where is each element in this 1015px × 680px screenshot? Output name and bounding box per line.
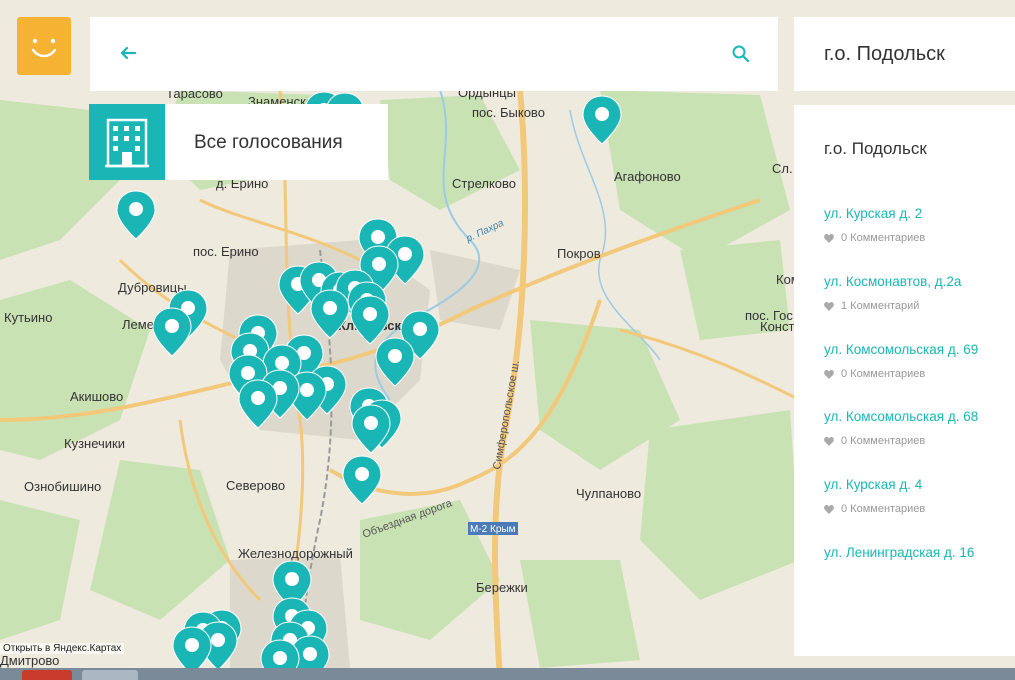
svg-text:Агафоново: Агафоново [614, 169, 681, 184]
svg-text:Акишово: Акишово [70, 389, 123, 404]
search-input[interactable] [160, 37, 714, 73]
svg-text:Покров: Покров [557, 246, 601, 261]
svg-text:пос. Быково: пос. Быково [472, 105, 545, 120]
all-votes-button[interactable]: Все голосования [89, 104, 388, 180]
svg-text:М-2 Крым: М-2 Крым [470, 524, 516, 535]
address-link[interactable]: ул. Комсомольская д. 68 [824, 409, 1014, 424]
heart-icon [824, 504, 834, 514]
svg-text:Ознобишино: Ознобишино [24, 479, 101, 494]
panel-title: г.о. Подольск [824, 139, 927, 158]
app-logo[interactable] [17, 17, 71, 75]
comments-count: 1 Комментарий [824, 300, 1014, 312]
search-icon[interactable] [730, 43, 752, 65]
list-item: ул. Космонавтов, д.2а 1 Комментарий [824, 274, 1014, 312]
address-link[interactable]: ул. Курская д. 2 [824, 206, 1014, 221]
svg-text:Железнодорожный: Железнодорожный [238, 546, 353, 561]
votes-list-panel: г.о. Подольск ул. Курская д. 2 0 Коммент… [794, 105, 1015, 656]
address-link[interactable]: ул. Ленинградская д. 16 [824, 545, 1014, 560]
search-bar [90, 17, 778, 91]
region-header: г.о. Подольск [794, 17, 1015, 91]
yandex-maps-link[interactable]: Открыть в Яндекс.Картах [0, 643, 125, 654]
region-title: г.о. Подольск [824, 43, 945, 65]
comments-count: 0 Комментариев [824, 503, 1014, 515]
address-link[interactable]: ул. Курская д. 4 [824, 477, 1014, 492]
list-item: ул. Курская д. 2 0 Комментариев [824, 206, 1014, 244]
list-item: ул. Курская д. 4 0 Комментариев [824, 477, 1014, 515]
taskbar [0, 668, 1015, 680]
taskbar-app-button[interactable] [22, 670, 72, 680]
heart-icon [824, 369, 834, 379]
svg-text:Чулпаново: Чулпаново [576, 486, 641, 501]
svg-text:Кузнечики: Кузнечики [64, 436, 125, 451]
list-item: ул. Ленинградская д. 16 [824, 545, 1014, 560]
address-link[interactable]: ул. Космонавтов, д.2а [824, 274, 1014, 289]
comments-count: 0 Комментариев [824, 368, 1014, 380]
building-icon [89, 104, 165, 180]
smiley-icon [31, 38, 57, 58]
svg-text:Конст: Конст [760, 319, 794, 334]
back-arrow-icon[interactable] [118, 43, 138, 63]
svg-text:Стрелково: Стрелково [452, 176, 516, 191]
svg-text:Дубровицы: Дубровицы [118, 280, 187, 295]
svg-text:Бережки: Бережки [476, 580, 528, 595]
comments-count: 0 Комментариев [824, 232, 1014, 244]
svg-text:пос. Ерино: пос. Ерино [193, 244, 259, 259]
heart-icon [824, 233, 834, 243]
svg-text:Северово: Северово [226, 478, 285, 493]
svg-text:Дмитрово: Дмитрово [0, 653, 59, 668]
list-item: ул. Комсомольская д. 69 0 Комментариев [824, 342, 1014, 380]
heart-icon [824, 436, 834, 446]
svg-text:Кутьино: Кутьино [4, 310, 52, 325]
heart-icon [824, 301, 834, 311]
all-votes-label: Все голосования [194, 132, 343, 153]
address-link[interactable]: ул. Комсомольская д. 69 [824, 342, 1014, 357]
taskbar-app-button[interactable] [82, 670, 138, 680]
list-item: ул. Комсомольская д. 68 0 Комментариев [824, 409, 1014, 447]
comments-count: 0 Комментариев [824, 435, 1014, 447]
